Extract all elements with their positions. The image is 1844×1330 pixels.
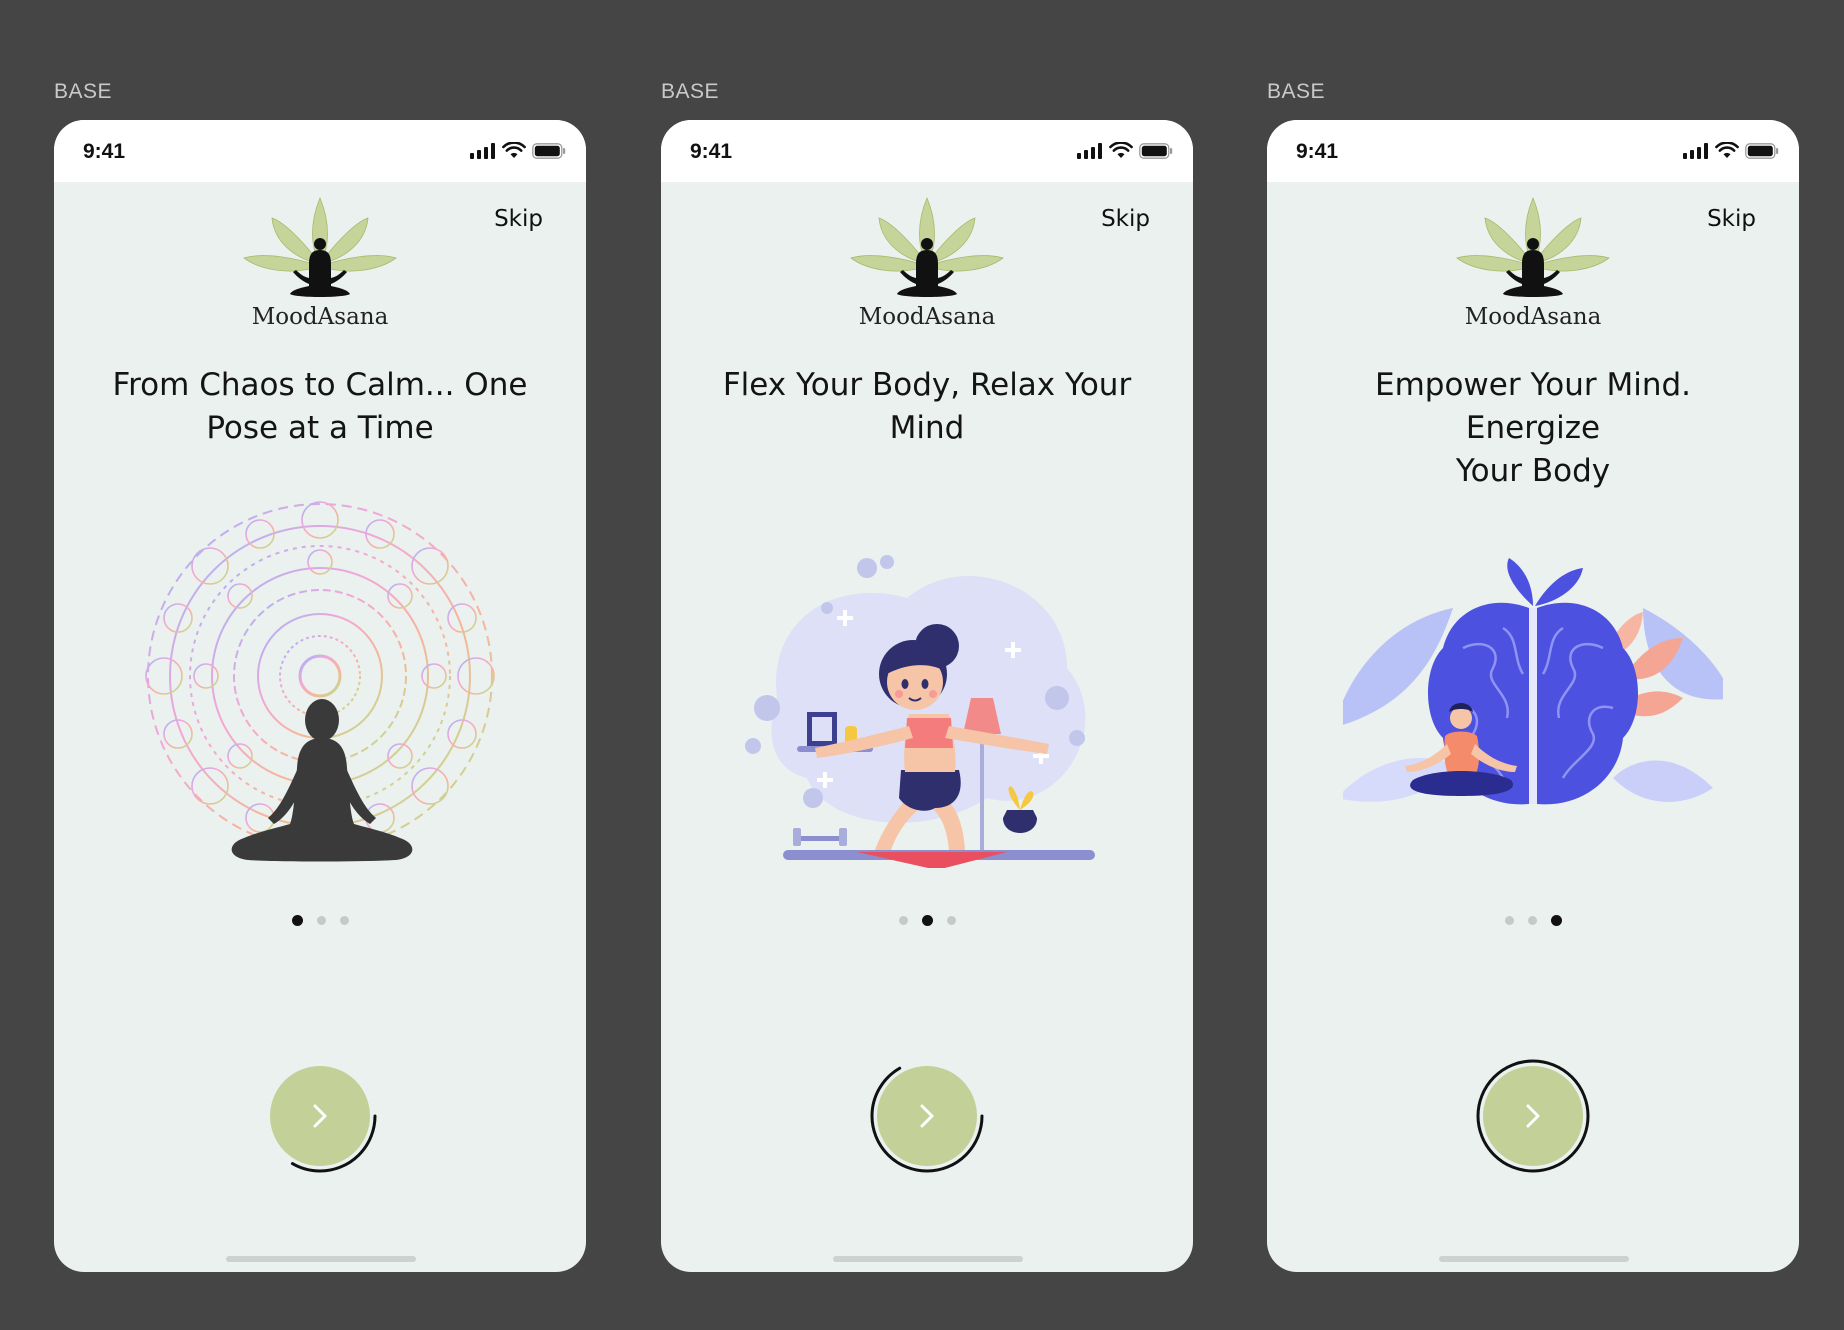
chevron-right-icon	[920, 1104, 934, 1128]
wifi-icon	[1109, 142, 1133, 158]
page-dot-2[interactable]	[1527, 916, 1537, 925]
next-button[interactable]	[1483, 1066, 1583, 1166]
onboarding-headline: From Chaos to Calm... One Pose at a Time	[112, 367, 528, 446]
page-dot-1[interactable]	[1504, 916, 1514, 925]
frame-label: BASE	[54, 80, 113, 103]
page-dot-3[interactable]	[339, 916, 349, 925]
page-dot-2[interactable]	[921, 915, 933, 926]
chevron-right-icon	[1526, 1104, 1540, 1128]
mandala-meditation-illustration	[145, 501, 495, 862]
page-dot-3[interactable]	[946, 916, 956, 925]
yoga-lotus-logo	[1456, 196, 1610, 297]
page-indicator	[54, 915, 586, 926]
status-bar: 9:41	[661, 120, 1193, 182]
status-time: 9:41	[690, 140, 733, 163]
skip-button[interactable]: Skip	[1101, 206, 1150, 232]
status-bar: 9:41	[1267, 120, 1799, 182]
battery-icon	[1139, 142, 1173, 159]
status-time: 9:41	[83, 140, 126, 163]
brand-name: MoodAsana	[858, 304, 996, 330]
status-time: 9:41	[1296, 140, 1339, 163]
wifi-icon	[1715, 142, 1739, 158]
next-control	[260, 1056, 380, 1176]
page-dot-1[interactable]	[898, 916, 908, 925]
page-dot-3[interactable]	[1550, 915, 1562, 926]
skip-button[interactable]: Skip	[494, 206, 543, 232]
page-dot-2[interactable]	[316, 916, 326, 925]
home-indicator	[1439, 1256, 1629, 1262]
signal-icon	[1077, 142, 1102, 159]
next-control	[1473, 1056, 1593, 1176]
status-bar: 9:41	[54, 120, 586, 182]
next-button[interactable]	[877, 1066, 977, 1166]
page-indicator	[661, 915, 1193, 926]
home-indicator	[226, 1256, 416, 1262]
battery-icon	[532, 142, 566, 159]
onboarding-headline: Empower Your Mind. Energize Your Body	[1374, 367, 1692, 489]
onboarding-screen-1: 9:41 Skip MoodAsana From Chaos to Calm..…	[54, 120, 586, 1272]
wifi-icon	[502, 142, 526, 158]
signal-icon	[470, 142, 495, 159]
brand-name: MoodAsana	[1464, 304, 1602, 330]
yoga-lotus-logo	[243, 196, 397, 297]
page-dot-1[interactable]	[291, 915, 303, 926]
frame-label: BASE	[661, 80, 720, 103]
onboarding-headline: Flex Your Body, Relax Your Mind	[722, 367, 1132, 446]
page-indicator	[1267, 915, 1799, 926]
signal-icon	[1683, 142, 1708, 159]
yoga-girl-illustration	[745, 555, 1095, 868]
onboarding-screen-2: 9:41 Skip MoodAsana Flex Your Body, Rela…	[661, 120, 1193, 1272]
onboarding-screen-3: 9:41 Skip MoodAsana Empower Your Mind. E…	[1267, 120, 1799, 1272]
brand-name: MoodAsana	[251, 304, 389, 330]
home-indicator	[833, 1256, 1023, 1262]
next-button[interactable]	[270, 1066, 370, 1166]
brain-meditation-illustration	[1343, 558, 1723, 805]
chevron-right-icon	[313, 1104, 327, 1128]
next-control	[867, 1056, 987, 1176]
yoga-lotus-logo	[850, 196, 1004, 297]
frame-label: BASE	[1267, 80, 1326, 103]
battery-icon	[1745, 142, 1779, 159]
skip-button[interactable]: Skip	[1707, 206, 1756, 232]
